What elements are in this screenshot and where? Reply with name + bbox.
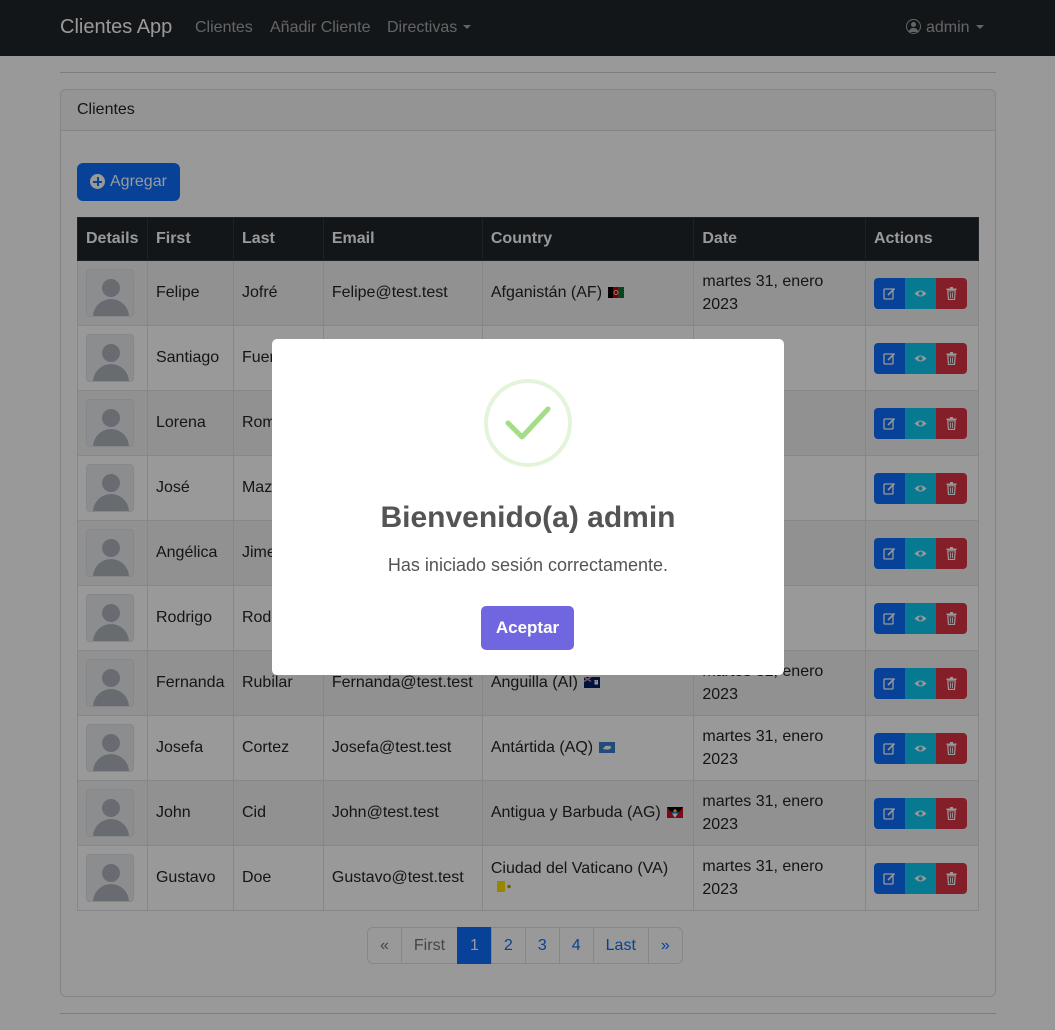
success-check-icon (484, 379, 572, 467)
welcome-modal: Bienvenido(a) admin Has iniciado sesión … (272, 339, 784, 675)
modal-title: Bienvenido(a) admin (380, 501, 676, 534)
accept-button[interactable]: Aceptar (481, 606, 574, 650)
modal-text: Has iniciado sesión correctamente. (387, 555, 669, 575)
